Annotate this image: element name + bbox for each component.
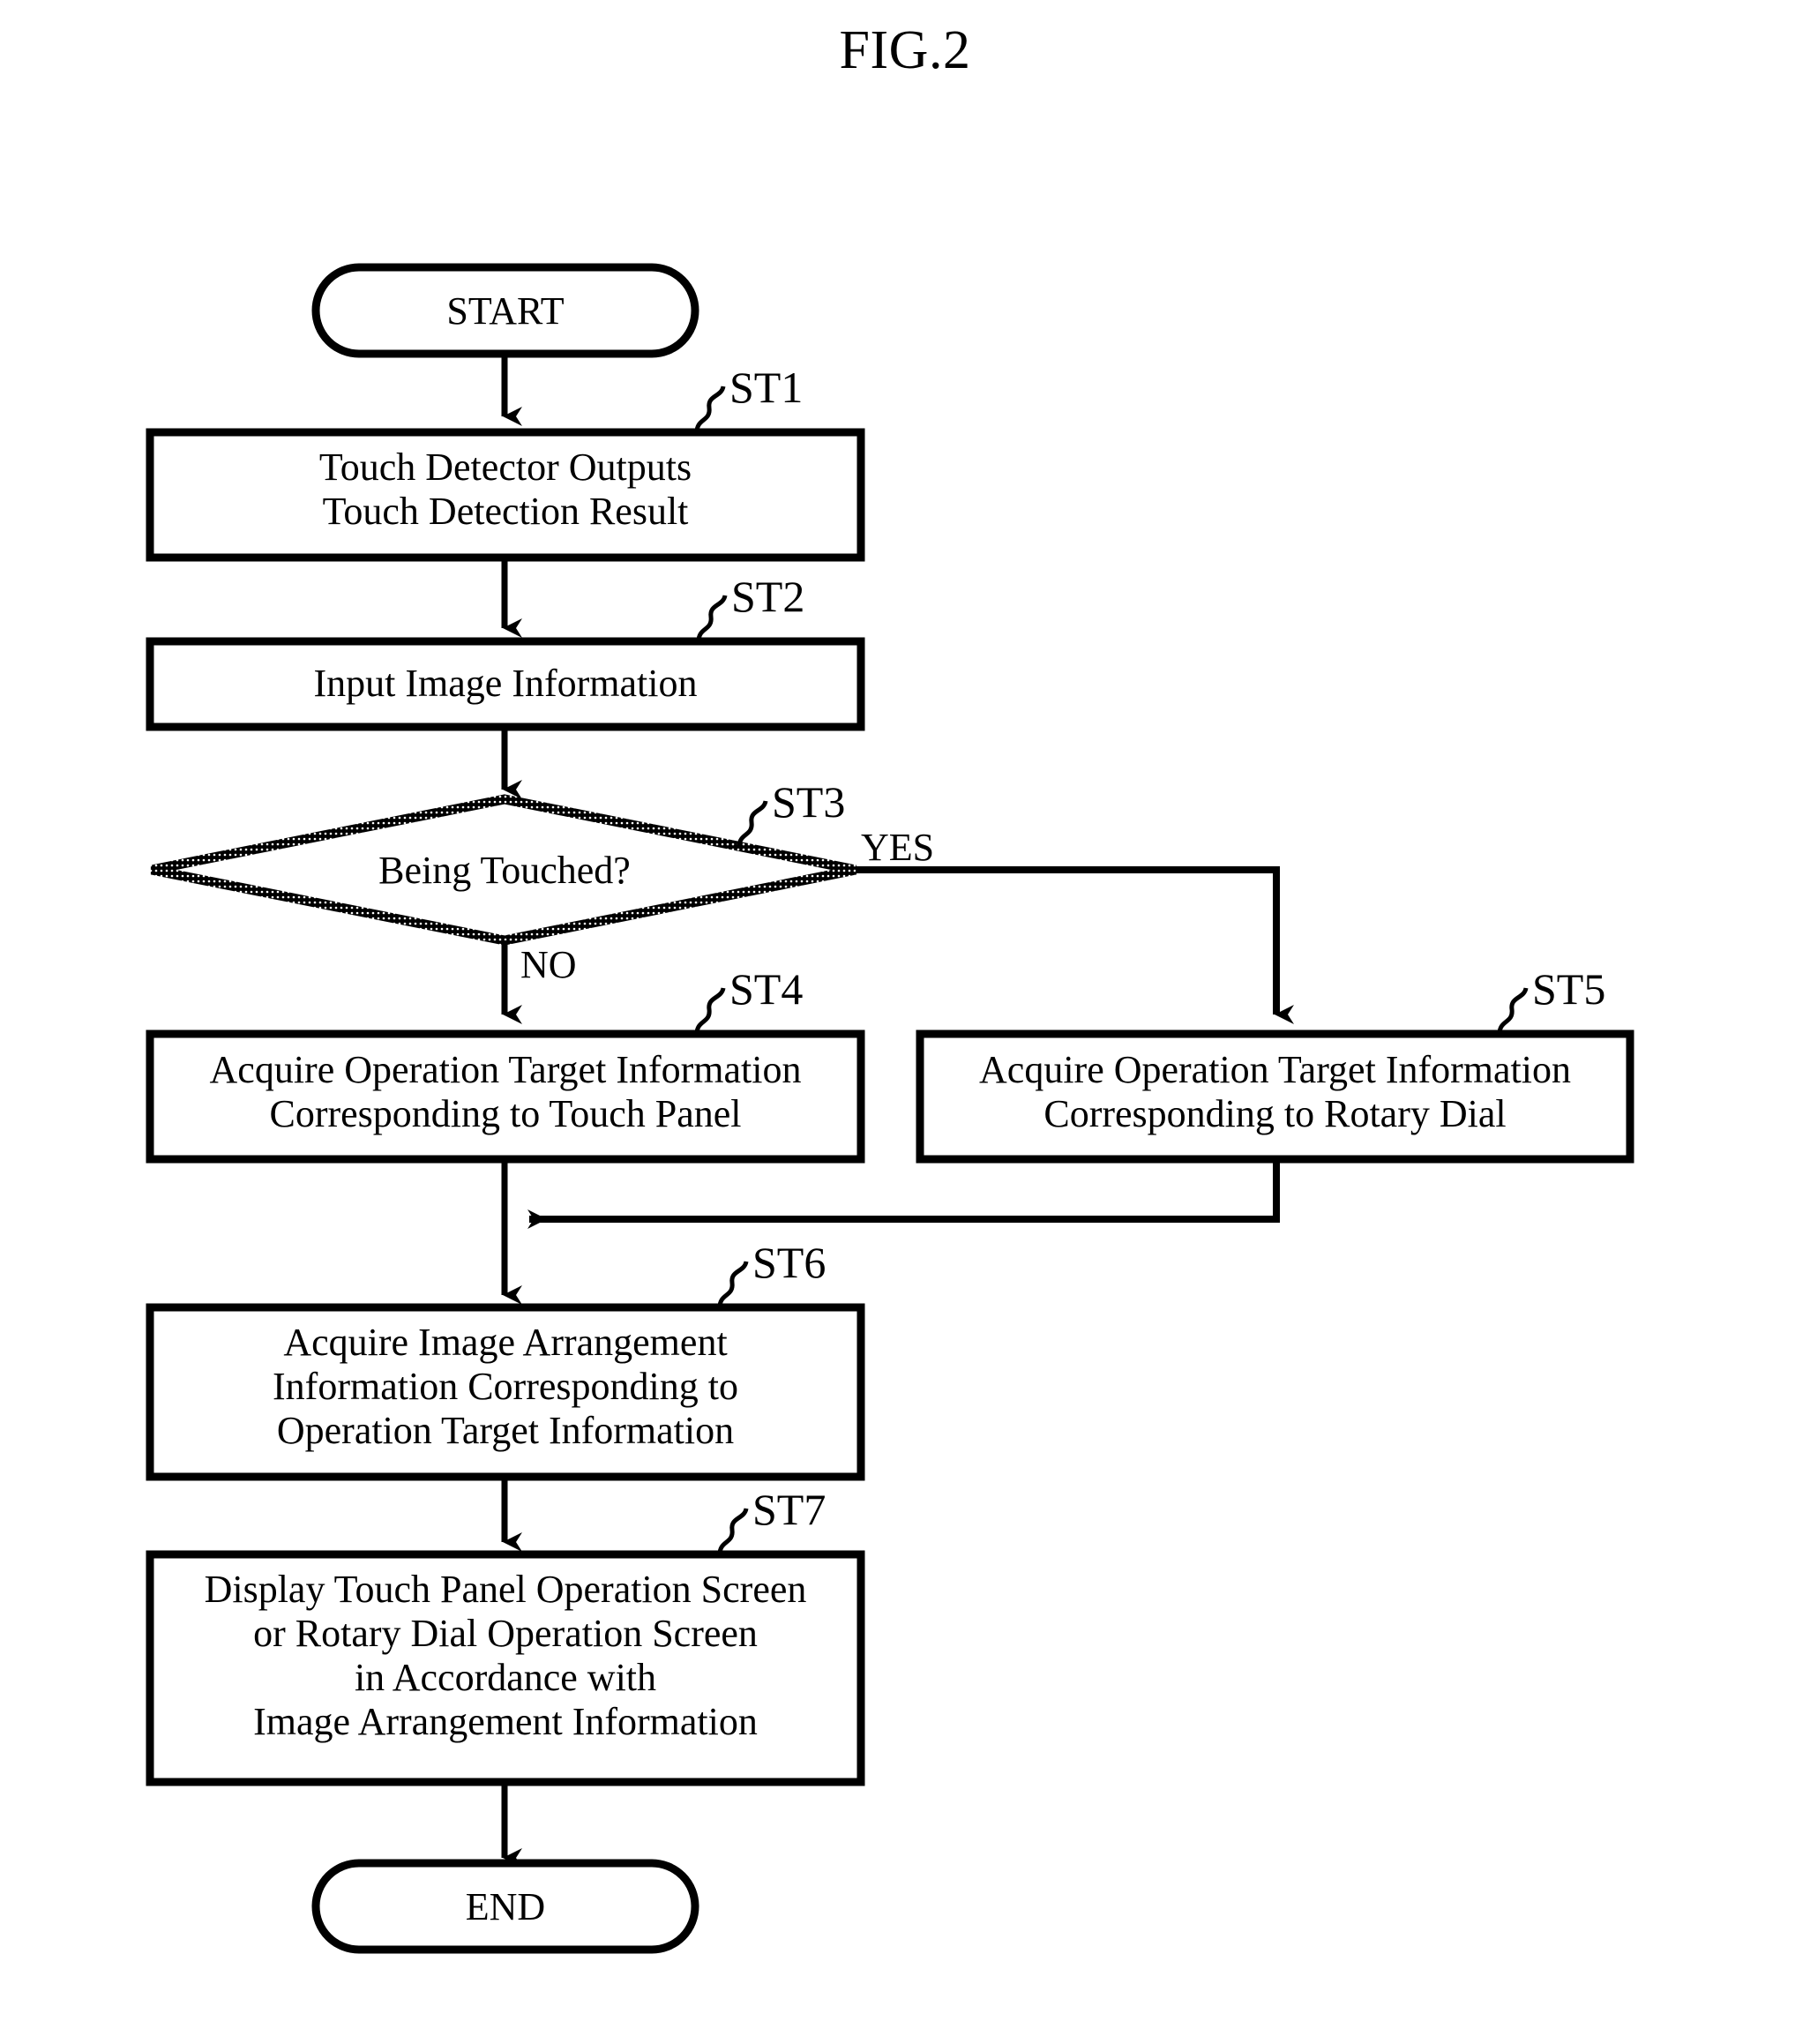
connector-yes-to-st5 — [856, 866, 1294, 1024]
yes-branch-label: YES — [861, 826, 935, 869]
st3-leader — [737, 800, 768, 848]
st4-label: Acquire Operation Target Information Cor… — [209, 1048, 802, 1136]
st3-label: Being Touched? — [378, 849, 631, 892]
st7-label: Display Touch Panel Operation Screen or … — [204, 1568, 807, 1744]
figure-container: FIG.2 START Touch Detector Outputs Touch… — [0, 0, 1810, 2044]
st6-label: Acquire Image Arrangement Information Co… — [273, 1321, 738, 1453]
st5-tag: ST5 — [1532, 964, 1606, 1014]
st6-leader — [717, 1261, 749, 1308]
st5-leader — [1497, 987, 1529, 1035]
connector-st5-merge — [527, 1159, 1280, 1229]
st1-label: Touch Detector Outputs Touch Detection R… — [318, 445, 692, 534]
st2-label: Input Image Information — [313, 662, 698, 705]
st7-leader — [717, 1508, 749, 1555]
st1-leader — [694, 386, 726, 433]
no-branch-label: NO — [520, 943, 577, 986]
st4-tag: ST4 — [729, 964, 804, 1014]
st6-tag: ST6 — [752, 1238, 826, 1287]
st3-tag: ST3 — [772, 777, 846, 827]
st1-tag: ST1 — [729, 363, 804, 412]
st2-leader — [696, 595, 728, 642]
st2-tag: ST2 — [731, 572, 805, 621]
start-node-label: START — [446, 289, 565, 333]
st7-tag: ST7 — [752, 1485, 826, 1534]
st4-leader — [694, 987, 726, 1035]
st5-label: Acquire Operation Target Information Cor… — [979, 1048, 1571, 1136]
end-node-label: END — [465, 1885, 546, 1928]
